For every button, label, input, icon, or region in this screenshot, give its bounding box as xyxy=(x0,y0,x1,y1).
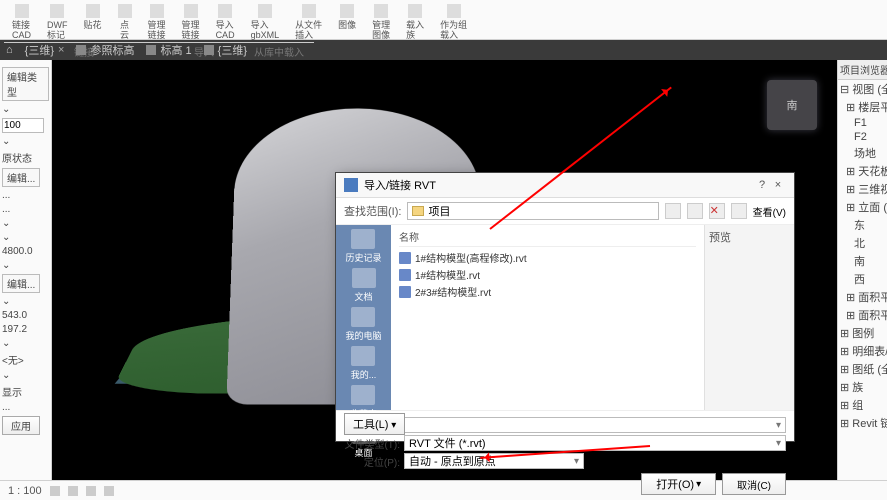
ribbon: 链接 CADDWF 标记贴花点 云管理 链接管理 链接导入 CAD导入 gbXM… xyxy=(0,0,887,40)
tree-item[interactable]: ⊞ 组 xyxy=(838,396,887,414)
tree-item[interactable]: ⊞ 天花板 xyxy=(838,162,887,180)
scale-display[interactable]: 1 : 100 xyxy=(8,485,42,497)
newfolder-button[interactable] xyxy=(731,203,747,219)
tree-item[interactable]: 北 xyxy=(838,234,887,252)
lookin-label: 查找范围(I): xyxy=(344,203,401,219)
ribbon-button[interactable]: 从文件 插入 xyxy=(287,2,330,42)
cancel-button[interactable]: 取消(C) xyxy=(722,473,786,495)
tree-item[interactable]: ⊞ 面积平面 xyxy=(838,288,887,306)
position-label: 定位(P): xyxy=(344,454,400,469)
tree-item[interactable]: ⊞ 面积平面 xyxy=(838,306,887,324)
dialog-titlebar[interactable]: 导入/链接 RVT ? × xyxy=(336,173,794,198)
preview-pane: 预览 xyxy=(704,225,794,410)
ribbon-button[interactable]: 链接 CAD xyxy=(4,2,39,42)
status-icon[interactable] xyxy=(104,486,114,496)
revit-icon xyxy=(344,178,358,192)
tree-root[interactable]: ⊟ 视图 (全 xyxy=(838,80,887,98)
file-item[interactable]: 2#3#结构模型.rvt xyxy=(399,283,696,300)
place-item[interactable]: 我的电脑 xyxy=(345,307,381,342)
tree-item[interactable]: ⊞ Revit 链接 xyxy=(838,414,887,432)
ribbon-button[interactable]: 载入 族 xyxy=(398,2,432,42)
folder-icon xyxy=(412,206,424,216)
home-icon[interactable]: ⌂ xyxy=(6,44,13,56)
ribbon-button[interactable]: 图像 xyxy=(330,2,364,42)
tab-3d-active[interactable]: {三维} × xyxy=(25,42,65,58)
help-button[interactable]: ? xyxy=(754,179,770,191)
tree-item[interactable]: ⊞ 图纸 (全 xyxy=(838,360,887,378)
ribbon-button[interactable]: 作为组 载入 xyxy=(432,2,475,42)
display-label: 显示 xyxy=(2,384,49,399)
ribbon-button[interactable]: 管理 链接 xyxy=(140,2,174,42)
apply-button[interactable]: 应用 xyxy=(2,416,40,435)
value-197: 197.2 xyxy=(2,324,49,335)
tree-item[interactable]: ⊞ 立面 (建 xyxy=(838,198,887,216)
value-543: 543.0 xyxy=(2,310,49,321)
back-button[interactable] xyxy=(665,203,681,219)
tab-level1[interactable]: 标高 1 xyxy=(146,42,191,58)
file-item[interactable]: 1#结构模型(高程修改).rvt xyxy=(399,249,696,266)
edit-button[interactable]: 编辑... xyxy=(2,168,40,187)
status-icon[interactable] xyxy=(86,486,96,496)
tree-item[interactable]: 南 xyxy=(838,252,887,270)
column-name[interactable]: 名称 xyxy=(399,229,696,247)
tree-item[interactable]: ⊞ 明细表/数 xyxy=(838,342,887,360)
edit-type-button[interactable]: 编辑类型 xyxy=(2,67,49,101)
ribbon-button[interactable]: 导入 gbXML xyxy=(243,2,288,42)
value-4800: 4800.0 xyxy=(2,246,49,257)
rvt-file-icon xyxy=(399,252,411,264)
open-button[interactable]: 打开(O) ▾ xyxy=(641,473,716,495)
dialog-title: 导入/链接 RVT xyxy=(364,177,436,193)
tab-ref-level[interactable]: 参照标高 xyxy=(76,42,134,58)
file-item[interactable]: 1#结构模型.rvt xyxy=(399,266,696,283)
viewcube[interactable]: 南 xyxy=(767,80,817,130)
tree-item[interactable]: 场地 xyxy=(838,144,887,162)
browser-title: 项目浏览器 - 场 xyxy=(838,60,887,80)
ribbon-button[interactable]: 管理 链接 xyxy=(174,2,208,42)
tree-item[interactable]: ⊞ 族 xyxy=(838,378,887,396)
place-item[interactable]: 文档 xyxy=(352,268,376,303)
place-item[interactable]: 我的... xyxy=(351,346,377,381)
ribbon-button[interactable]: DWF 标记 xyxy=(39,2,76,42)
expand-icon[interactable]: ⌄ xyxy=(2,104,49,115)
tree-item[interactable]: 东 xyxy=(838,216,887,234)
tools-button[interactable]: 工具(L) ▾ xyxy=(344,413,405,435)
places-sidebar: 历史记录文档我的电脑我的...收藏夹桌面 xyxy=(336,225,391,410)
tree-item[interactable]: F1 xyxy=(838,116,887,130)
tree-item[interactable]: ⊞ 图例 xyxy=(838,324,887,342)
status-icon[interactable] xyxy=(50,486,60,496)
properties-panel: 编辑类型 ⌄ ⌄ 原状态 编辑... ... ... ⌄ ⌄ 4800.0 ⌄ … xyxy=(0,60,52,480)
filetype-label: 文件类型(T): xyxy=(344,436,400,451)
lookin-combo[interactable]: 项目 xyxy=(407,202,658,220)
tree-item[interactable]: ⊞ 楼层平面 xyxy=(838,98,887,116)
ribbon-group-library: 从库中载入 xyxy=(244,42,314,60)
tab-3d-2[interactable]: {三维} xyxy=(204,42,247,58)
views-button[interactable]: 查看(V) xyxy=(753,204,786,219)
ribbon-button[interactable]: 导入 CAD xyxy=(208,2,243,42)
filename-input[interactable] xyxy=(404,417,786,433)
status-icon[interactable] xyxy=(68,486,78,496)
close-icon[interactable]: × xyxy=(58,44,64,56)
place-item[interactable]: 历史记录 xyxy=(345,229,381,264)
close-button[interactable]: × xyxy=(770,179,786,191)
orig-state-label: 原状态 xyxy=(2,150,49,165)
project-browser: 项目浏览器 - 场 ⊟ 视图 (全 ⊞ 楼层平面F1F2场地⊞ 天花板⊞ 三维视… xyxy=(837,60,887,480)
none-value: <无> xyxy=(2,352,49,367)
scale-input[interactable] xyxy=(2,118,44,133)
file-list[interactable]: 名称 1#结构模型(高程修改).rvt1#结构模型.rvt2#3#结构模型.rv… xyxy=(391,225,704,410)
delete-button[interactable]: ✕ xyxy=(709,203,725,219)
tree-item[interactable]: ⊞ 三维视图 xyxy=(838,180,887,198)
ribbon-button[interactable]: 管理 图像 xyxy=(364,2,398,42)
rvt-file-icon xyxy=(399,286,411,298)
rvt-file-icon xyxy=(399,269,411,281)
up-button[interactable] xyxy=(687,203,703,219)
import-link-rvt-dialog: 导入/链接 RVT ? × 查找范围(I): 项目 ✕ 查看(V) 历史记录文档… xyxy=(335,172,795,442)
tree-item[interactable]: F2 xyxy=(838,130,887,144)
ribbon-button[interactable]: 贴花 xyxy=(76,2,110,42)
tree-item[interactable]: 西 xyxy=(838,270,887,288)
ribbon-button[interactable]: 点 云 xyxy=(110,2,140,42)
edit-button-2[interactable]: 编辑... xyxy=(2,274,40,293)
